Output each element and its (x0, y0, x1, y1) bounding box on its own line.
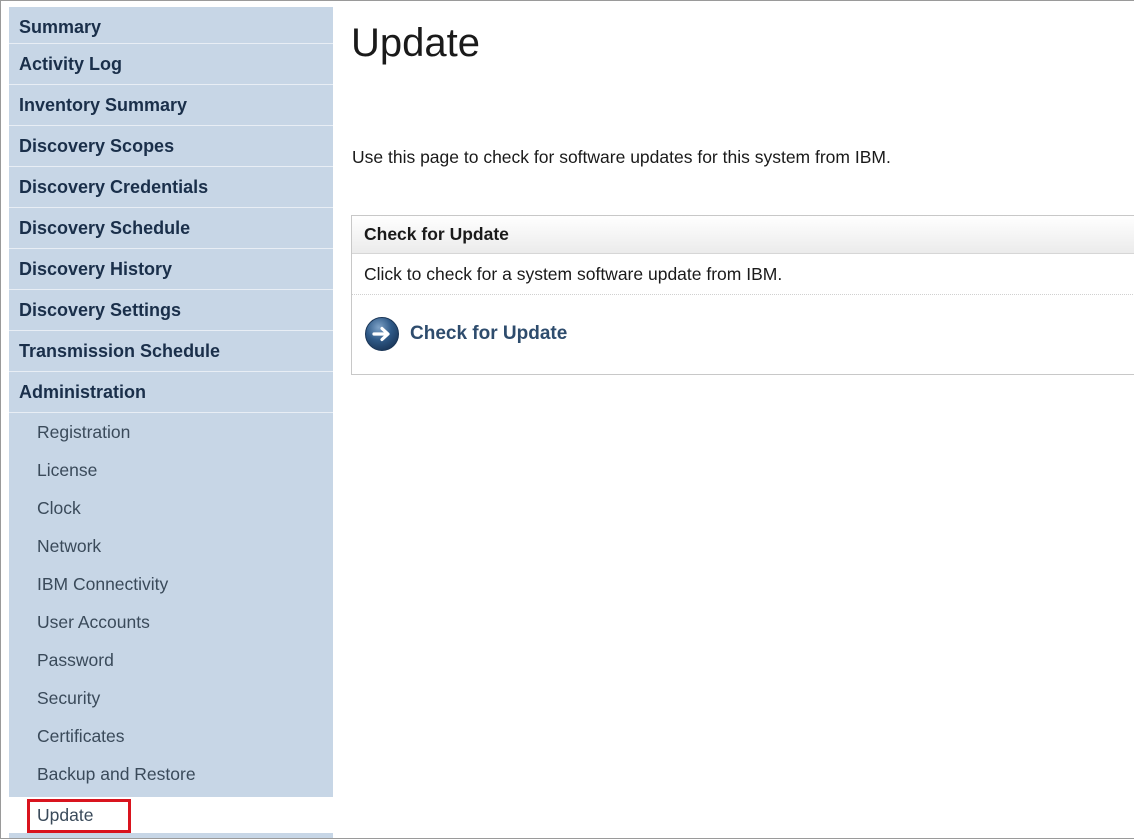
nav-backup-and-restore[interactable]: Backup and Restore (9, 755, 333, 793)
nav-network[interactable]: Network (9, 527, 333, 565)
page-title: Update (351, 21, 480, 65)
nav-summary[interactable]: Summary (9, 7, 333, 44)
nav-ibm-connectivity[interactable]: IBM Connectivity (9, 565, 333, 603)
nav-update[interactable]: Update (9, 797, 333, 833)
nav-user-accounts[interactable]: User Accounts (9, 603, 333, 641)
nav-discovery-scopes[interactable]: Discovery Scopes (9, 126, 333, 167)
check-for-update-panel: Check for Update Click to check for a sy… (351, 215, 1134, 375)
arrow-right-circle-icon (365, 317, 399, 351)
nav-transmission-schedule[interactable]: Transmission Schedule (9, 331, 333, 372)
nav-inventory-summary[interactable]: Inventory Summary (9, 85, 333, 126)
nav-activity-log[interactable]: Activity Log (9, 44, 333, 85)
page-description: Use this page to check for software upda… (352, 147, 891, 167)
sidebar: Summary Activity Log Inventory Summary D… (9, 7, 333, 838)
nav-license[interactable]: License (9, 451, 333, 489)
nav-discovery-settings[interactable]: Discovery Settings (9, 290, 333, 331)
app-frame: Summary Activity Log Inventory Summary D… (0, 0, 1134, 839)
nav-discovery-credentials[interactable]: Discovery Credentials (9, 167, 333, 208)
nav-certificates[interactable]: Certificates (9, 717, 333, 755)
check-for-update-button[interactable]: Check for Update (364, 316, 567, 352)
nav-registration[interactable]: Registration (9, 413, 333, 451)
active-highlight-box (27, 799, 131, 833)
panel-description: Click to check for a system software upd… (352, 254, 1134, 295)
nav-password[interactable]: Password (9, 641, 333, 679)
main-content: Update Use this page to check for softwa… (351, 1, 1134, 838)
panel-header: Check for Update (352, 216, 1134, 254)
nav-security[interactable]: Security (9, 679, 333, 717)
nav-administration[interactable]: Administration (9, 372, 333, 413)
nav-discovery-history[interactable]: Discovery History (9, 249, 333, 290)
check-for-update-label: Check for Update (410, 323, 568, 344)
nav-clock[interactable]: Clock (9, 489, 333, 527)
nav-discovery-schedule[interactable]: Discovery Schedule (9, 208, 333, 249)
